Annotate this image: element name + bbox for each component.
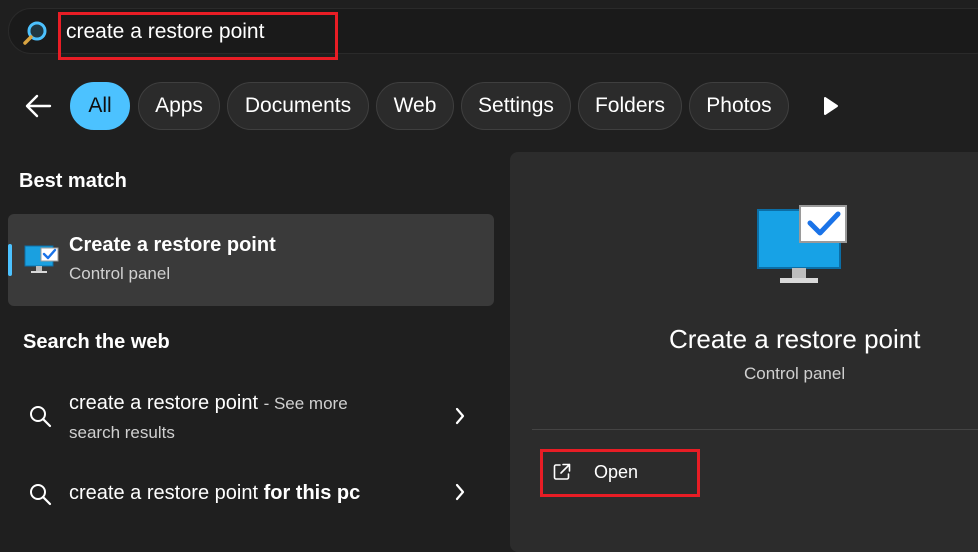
open-highlight-box [540, 449, 700, 497]
best-match-result[interactable] [8, 214, 494, 306]
best-match-heading: Best match [19, 170, 127, 192]
best-match-subtitle: Control panel [69, 264, 171, 283]
search-icon [30, 484, 52, 506]
search-highlight-box [58, 12, 338, 60]
monitor-checkmark-icon [757, 205, 847, 283]
monitor-checkmark-icon [24, 245, 59, 273]
web-result-1[interactable]: create a restore point - See more [69, 392, 348, 415]
chevron-right-icon[interactable] [454, 406, 466, 426]
back-arrow-icon[interactable] [24, 92, 52, 120]
divider [532, 429, 978, 430]
chevron-right-icon[interactable] [454, 482, 466, 502]
search-web-heading: Search the web [23, 331, 170, 353]
play-more-icon[interactable] [822, 96, 840, 116]
filter-chip-settings[interactable]: Settings [461, 82, 571, 130]
search-icon [30, 406, 52, 428]
selection-indicator [8, 244, 12, 276]
filter-chip-all[interactable]: All [70, 82, 130, 130]
web-result-2-suffix: for this pc [263, 482, 361, 504]
filter-chip-web[interactable]: Web [376, 82, 454, 130]
web-result-2[interactable]: create a restore point for this pc [69, 482, 360, 505]
best-match-title: Create a restore point [69, 234, 276, 256]
web-result-1-second-line: search results [69, 423, 175, 442]
web-result-2-query: create a restore point [69, 482, 258, 504]
filter-chip-photos[interactable]: Photos [689, 82, 789, 130]
preview-subtitle: Control panel [744, 364, 846, 383]
web-result-1-suffix: - See more [263, 394, 348, 413]
filter-chip-folders[interactable]: Folders [578, 82, 682, 130]
filter-chip-apps[interactable]: Apps [138, 82, 220, 130]
search-icon [23, 21, 47, 45]
filter-chip-documents[interactable]: Documents [227, 82, 369, 130]
preview-title-text: Create a restore point [669, 324, 921, 354]
web-result-1-query: create a restore point [69, 392, 258, 414]
